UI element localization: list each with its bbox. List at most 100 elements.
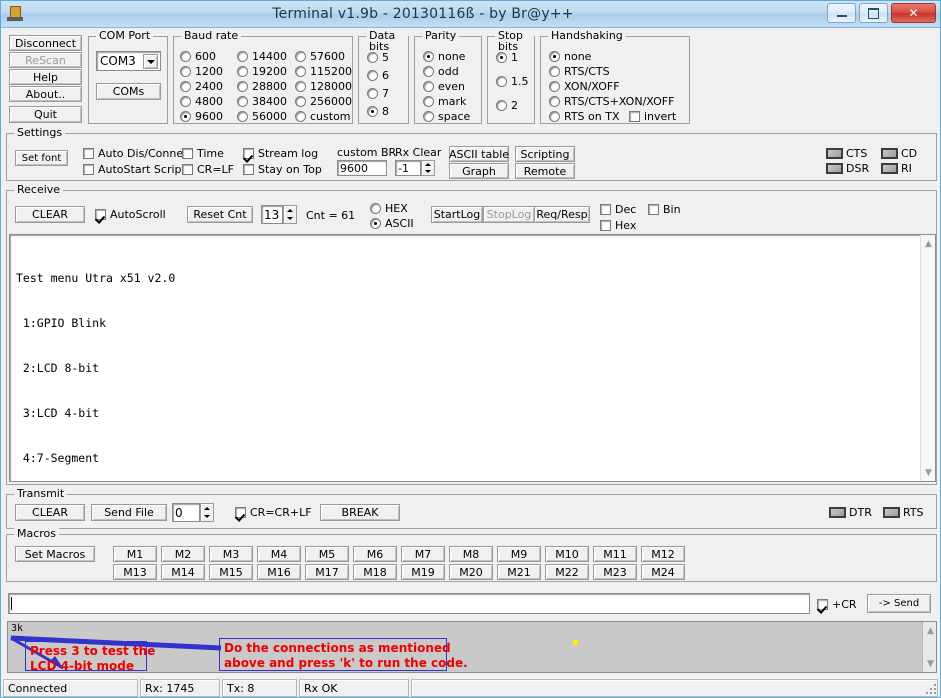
- receive-hex-radio[interactable]: HEX: [370, 202, 408, 215]
- disconnect-button[interactable]: Disconnect: [9, 35, 82, 51]
- stay-on-top-checkbox[interactable]: Stay on Top: [243, 163, 322, 176]
- autoscroll-checkbox[interactable]: AutoScroll: [95, 208, 166, 221]
- about-button[interactable]: About..: [9, 86, 82, 102]
- baud-2400-radio[interactable]: 2400: [180, 80, 223, 93]
- macro-button-m13[interactable]: M13: [113, 564, 157, 580]
- macro-button-m15[interactable]: M15: [209, 564, 253, 580]
- parity-mark-radio[interactable]: mark: [423, 95, 466, 108]
- custom-br-input[interactable]: 9600: [337, 160, 387, 176]
- graph-button[interactable]: Graph: [449, 163, 509, 179]
- remote-button[interactable]: Remote: [515, 163, 575, 179]
- parity-none-radio[interactable]: none: [423, 50, 465, 63]
- rx-clear-stepper[interactable]: [421, 160, 435, 176]
- rescan-button[interactable]: ReScan: [9, 52, 82, 68]
- cnt-stepper[interactable]: [283, 205, 297, 224]
- help-button[interactable]: Help: [9, 69, 82, 85]
- baud-128000-radio[interactable]: 128000: [295, 80, 352, 93]
- graph-scrollbar[interactable]: ▲ ▼: [922, 622, 936, 672]
- macro-button-m24[interactable]: M24: [641, 564, 685, 580]
- graph-scroll-up-icon[interactable]: ▲: [923, 623, 936, 638]
- baud-4800-radio[interactable]: 4800: [180, 95, 223, 108]
- macro-button-m20[interactable]: M20: [449, 564, 493, 580]
- handshaking-invert-checkbox[interactable]: invert: [629, 110, 676, 123]
- plus-cr-checkbox[interactable]: +CR: [817, 598, 857, 611]
- handshaking-both-radio[interactable]: RTS/CTS+XON/XOFF: [549, 95, 674, 108]
- macro-button-m1[interactable]: M1: [113, 546, 157, 562]
- scroll-down-icon[interactable]: ▼: [921, 465, 935, 480]
- stream-log-checkbox[interactable]: Stream log: [243, 147, 318, 160]
- minimize-button[interactable]: [827, 3, 856, 23]
- handshaking-rtsontx-radio[interactable]: RTS on TX: [549, 110, 620, 123]
- macro-button-m19[interactable]: M19: [401, 564, 445, 580]
- terminal-scrollbar[interactable]: ▲ ▼: [920, 235, 935, 481]
- send-button[interactable]: -> Send: [867, 594, 931, 613]
- macro-button-m2[interactable]: M2: [161, 546, 205, 562]
- graph-scroll-down-icon[interactable]: ▼: [923, 656, 936, 671]
- handshaking-xonxoff-radio[interactable]: XON/XOFF: [549, 80, 620, 93]
- baud-57600-radio[interactable]: 57600: [295, 50, 345, 63]
- baud-1200-radio[interactable]: 1200: [180, 65, 223, 78]
- macro-button-m4[interactable]: M4: [257, 546, 301, 562]
- auto-dis-connect-checkbox[interactable]: Auto Dis/Connect: [83, 147, 193, 160]
- transmit-delay-stepper[interactable]: [200, 503, 214, 522]
- baud-56000-radio[interactable]: 56000: [237, 110, 287, 123]
- com-port-select[interactable]: COM3: [96, 51, 161, 71]
- macro-button-m21[interactable]: M21: [497, 564, 541, 580]
- hex-checkbox[interactable]: Hex: [600, 219, 636, 232]
- time-checkbox[interactable]: Time: [182, 147, 224, 160]
- send-input[interactable]: [8, 593, 810, 614]
- baud-115200-radio[interactable]: 115200: [295, 65, 352, 78]
- macro-button-m7[interactable]: M7: [401, 546, 445, 562]
- baud-custom-radio[interactable]: custom: [295, 110, 351, 123]
- macro-button-m17[interactable]: M17: [305, 564, 349, 580]
- close-button[interactable]: ✕: [891, 3, 936, 23]
- reset-cnt-button[interactable]: Reset Cnt: [187, 206, 253, 223]
- macro-button-m14[interactable]: M14: [161, 564, 205, 580]
- chevron-down-icon[interactable]: [143, 54, 158, 69]
- macro-button-m22[interactable]: M22: [545, 564, 589, 580]
- quit-button[interactable]: Quit: [9, 106, 82, 123]
- set-macros-button[interactable]: Set Macros: [15, 546, 95, 562]
- maximize-button[interactable]: [859, 3, 888, 23]
- data-bits-8-radio[interactable]: 8: [367, 105, 389, 118]
- baud-9600-radio[interactable]: 9600: [180, 110, 223, 123]
- parity-odd-radio[interactable]: odd: [423, 65, 459, 78]
- data-bits-6-radio[interactable]: 6: [367, 69, 389, 82]
- baud-19200-radio[interactable]: 19200: [237, 65, 287, 78]
- stop-bits-1-5-radio[interactable]: 1.5: [496, 75, 529, 88]
- macro-button-m6[interactable]: M6: [353, 546, 397, 562]
- cnt-input[interactable]: 13: [261, 205, 283, 224]
- handshaking-none-radio[interactable]: none: [549, 50, 591, 63]
- req-resp-button[interactable]: Req/Resp: [534, 206, 590, 223]
- parity-space-radio[interactable]: space: [423, 110, 470, 123]
- stop-bits-1-radio[interactable]: 1: [496, 51, 518, 64]
- macro-button-m9[interactable]: M9: [497, 546, 541, 562]
- dec-checkbox[interactable]: Dec: [600, 203, 636, 216]
- autostart-script-checkbox[interactable]: AutoStart Script: [83, 163, 186, 176]
- macro-button-m3[interactable]: M3: [209, 546, 253, 562]
- parity-even-radio[interactable]: even: [423, 80, 465, 93]
- macro-button-m23[interactable]: M23: [593, 564, 637, 580]
- macro-button-m12[interactable]: M12: [641, 546, 685, 562]
- baud-14400-radio[interactable]: 14400: [237, 50, 287, 63]
- receive-ascii-radio[interactable]: ASCII: [370, 217, 414, 230]
- baud-38400-radio[interactable]: 38400: [237, 95, 287, 108]
- macro-button-m8[interactable]: M8: [449, 546, 493, 562]
- macro-button-m11[interactable]: M11: [593, 546, 637, 562]
- send-file-button[interactable]: Send File: [91, 504, 167, 521]
- resize-grip-icon[interactable]: [925, 683, 938, 696]
- ascii-table-button[interactable]: ASCII table: [449, 146, 509, 162]
- macro-button-m18[interactable]: M18: [353, 564, 397, 580]
- transmit-delay-input[interactable]: 0: [172, 503, 200, 522]
- cr-cr-lf-checkbox[interactable]: CR=CR+LF: [235, 506, 312, 519]
- macro-button-m5[interactable]: M5: [305, 546, 349, 562]
- baud-600-radio[interactable]: 600: [180, 50, 216, 63]
- bin-checkbox[interactable]: Bin: [648, 203, 681, 216]
- cr-eq-lf-checkbox[interactable]: CR=LF: [182, 163, 234, 176]
- baud-256000-radio[interactable]: 256000: [295, 95, 352, 108]
- macro-button-m10[interactable]: M10: [545, 546, 589, 562]
- macro-button-m16[interactable]: M16: [257, 564, 301, 580]
- data-bits-7-radio[interactable]: 7: [367, 87, 389, 100]
- data-bits-5-radio[interactable]: 5: [367, 51, 389, 64]
- set-font-button[interactable]: Set font: [15, 150, 68, 166]
